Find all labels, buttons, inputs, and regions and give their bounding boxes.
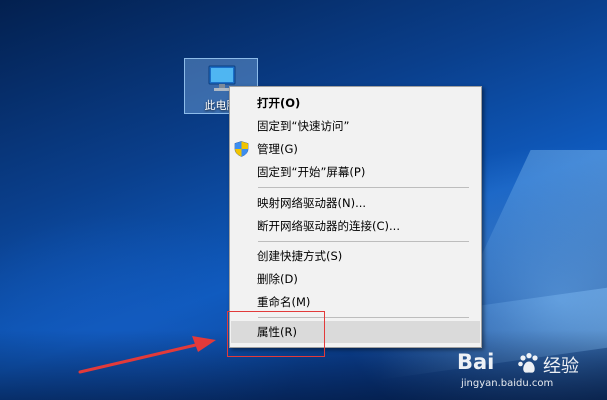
- baidu-jingyan-watermark: Bai 经验 jingyan.baidu.com: [457, 350, 597, 394]
- desktop[interactable]: 此电脑 打开(O) 固定到“快速访问” 管理(G) 固定到“开始”屏幕(P) 映…: [0, 0, 607, 400]
- baidu-logo-text: Bai: [457, 350, 495, 374]
- baidu-paw-icon: [518, 353, 538, 373]
- annotation-arrow-icon: [78, 336, 216, 374]
- jingyan-text: 经验: [543, 356, 579, 377]
- watermark-url: jingyan.baidu.com: [461, 378, 554, 389]
